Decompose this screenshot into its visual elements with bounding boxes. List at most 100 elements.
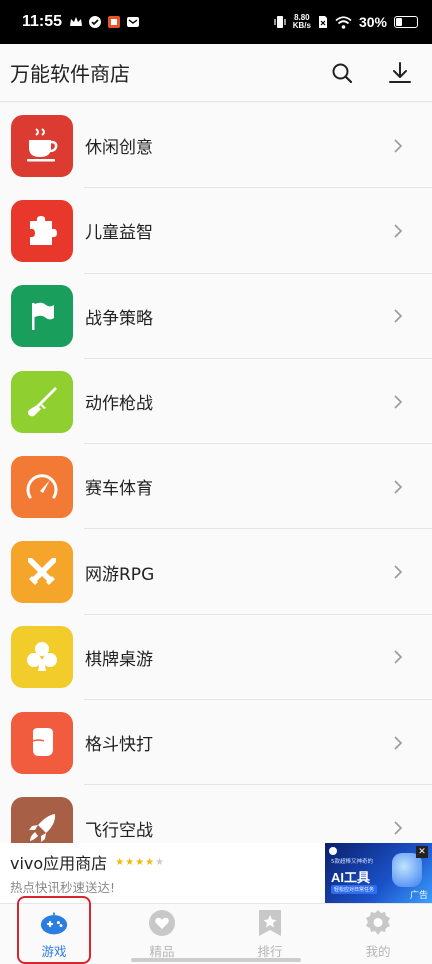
check-badge-icon [89, 16, 102, 28]
club-card-icon [27, 642, 57, 672]
ad-mark: 广告 [409, 891, 428, 901]
battery-icon [394, 16, 418, 28]
rocket-icon [29, 814, 56, 843]
crossed-swords-icon [28, 558, 56, 586]
tab-label: 我的 [365, 943, 391, 959]
app-notification-icon [108, 16, 121, 28]
tab-games[interactable]: 游戏 [0, 904, 108, 964]
rifle-icon [28, 386, 57, 416]
ad-image[interactable]: 5款超棒又神奇的 AI工具 轻松应对日常任务 ✕ 广告 [325, 843, 432, 903]
star-icon: ★ [145, 856, 155, 868]
category-icon-bg [11, 711, 73, 774]
tab-label: 精品 [149, 943, 175, 959]
screen: 11:55 8.80 KB/s 30% 万能软件商店 休闲创意 儿童益智 战争策… [0, 0, 432, 964]
download-button[interactable] [386, 59, 414, 87]
app-header: 万能软件商店 [0, 44, 432, 102]
speedometer-icon [26, 474, 58, 499]
ad-text: vivo应用商店 ★ ★ ★ ★ ★ 热点快讯秒速送达! [0, 850, 164, 896]
ad-title: vivo应用商店 [10, 854, 108, 873]
star-icon: ★ [155, 856, 165, 868]
ad-image-caption: 5款超棒又神奇的 [331, 859, 373, 865]
category-item-rpg[interactable]: 网游RPG [0, 529, 432, 616]
ranking-star-icon [256, 909, 284, 937]
category-icon-bg [11, 626, 73, 689]
tab-ranking[interactable]: 排行 [216, 904, 324, 964]
category-item-fighting[interactable]: 格斗快打 [0, 700, 432, 786]
notification-icons [69, 15, 140, 29]
crown-icon [70, 17, 83, 26]
category-icon-bg [11, 199, 73, 262]
message-icon [127, 17, 140, 27]
category-item-board[interactable]: 棋牌桌游 [0, 615, 432, 701]
robot-icon [392, 853, 422, 887]
status-time: 11:55 [22, 13, 63, 30]
category-label: 飞行空战 [85, 820, 153, 841]
tab-label: 排行 [257, 943, 283, 959]
ad-image-headline: AI工具 [331, 870, 371, 885]
category-icon-bg [11, 285, 73, 348]
tab-featured[interactable]: 精品 [108, 904, 216, 964]
no-sim-icon [318, 16, 327, 28]
chevron-right-icon [394, 309, 403, 323]
tab-mine[interactable]: 我的 [324, 904, 432, 964]
category-label: 战争策略 [85, 308, 153, 329]
status-bar: 11:55 8.80 KB/s 30% [0, 0, 432, 44]
chevron-right-icon [394, 139, 403, 153]
network-speed: 8.80 KB/s [293, 14, 311, 30]
category-item-racing[interactable]: 赛车体育 [0, 444, 432, 530]
ad-banner[interactable]: vivo应用商店 ★ ★ ★ ★ ★ 热点快讯秒速送达! 5款超棒又神奇的 AI工具 轻… [0, 843, 432, 903]
ad-subtitle: 热点快讯秒速送达! [10, 880, 116, 895]
heart-icon [148, 909, 176, 937]
category-label: 赛车体育 [85, 479, 153, 500]
home-indicator[interactable] [131, 958, 301, 962]
category-label: 格斗快打 [85, 735, 153, 756]
category-item-strategy[interactable]: 战争策略 [0, 274, 432, 360]
gear-icon [364, 909, 392, 937]
vibrate-icon [274, 16, 286, 28]
battery-fill [396, 18, 402, 26]
ad-close-button[interactable]: ✕ [416, 846, 428, 858]
battery-percent: 30% [358, 14, 387, 30]
chevron-right-icon [394, 821, 403, 835]
status-right: 8.80 KB/s 30% [274, 14, 418, 30]
category-icon-bg [11, 370, 73, 433]
wifi-icon [335, 15, 352, 29]
category-icon-bg [11, 797, 73, 843]
category-item-kids[interactable]: 儿童益智 [0, 188, 432, 274]
download-icon [389, 61, 411, 83]
category-label: 儿童益智 [85, 223, 153, 244]
fist-icon [32, 727, 53, 756]
search-button[interactable] [328, 59, 356, 87]
category-item-flight[interactable]: 飞行空战 [0, 785, 432, 843]
category-icon-bg [11, 455, 73, 518]
category-label: 休闲创意 [85, 138, 153, 159]
category-label: 动作枪战 [85, 394, 153, 415]
chevron-right-icon [394, 565, 403, 579]
coffee-cup-icon [27, 127, 58, 162]
star-icon: ★ [115, 856, 125, 868]
ad-image-tag: 轻松应对日常任务 [331, 885, 378, 894]
category-icon-bg [11, 114, 73, 177]
star-icon: ★ [135, 856, 145, 868]
chevron-right-icon [394, 224, 403, 238]
header-actions [328, 59, 422, 87]
puzzle-icon [30, 215, 57, 245]
tab-label: 游戏 [41, 943, 67, 959]
category-label: 网游RPG [85, 564, 155, 585]
flag-icon [32, 302, 54, 331]
star-icon: ★ [125, 856, 135, 868]
category-item-casual[interactable]: 休闲创意 [0, 103, 432, 189]
page-title: 万能软件商店 [10, 62, 130, 86]
chevron-right-icon [394, 480, 403, 494]
category-icon-bg [11, 541, 73, 604]
category-label: 棋牌桌游 [85, 649, 153, 670]
ad-logo-icon [329, 847, 337, 855]
chevron-right-icon [394, 394, 403, 409]
ad-title-line: vivo应用商店 ★ ★ ★ ★ ★ [10, 850, 164, 874]
network-speed-unit: KB/s [292, 21, 311, 30]
search-icon [332, 63, 353, 83]
chevron-right-icon [394, 650, 403, 664]
category-item-action[interactable]: 动作枪战 [0, 359, 432, 445]
gamepad-icon [40, 909, 68, 937]
rating-stars: ★ ★ ★ ★ ★ [115, 857, 164, 868]
